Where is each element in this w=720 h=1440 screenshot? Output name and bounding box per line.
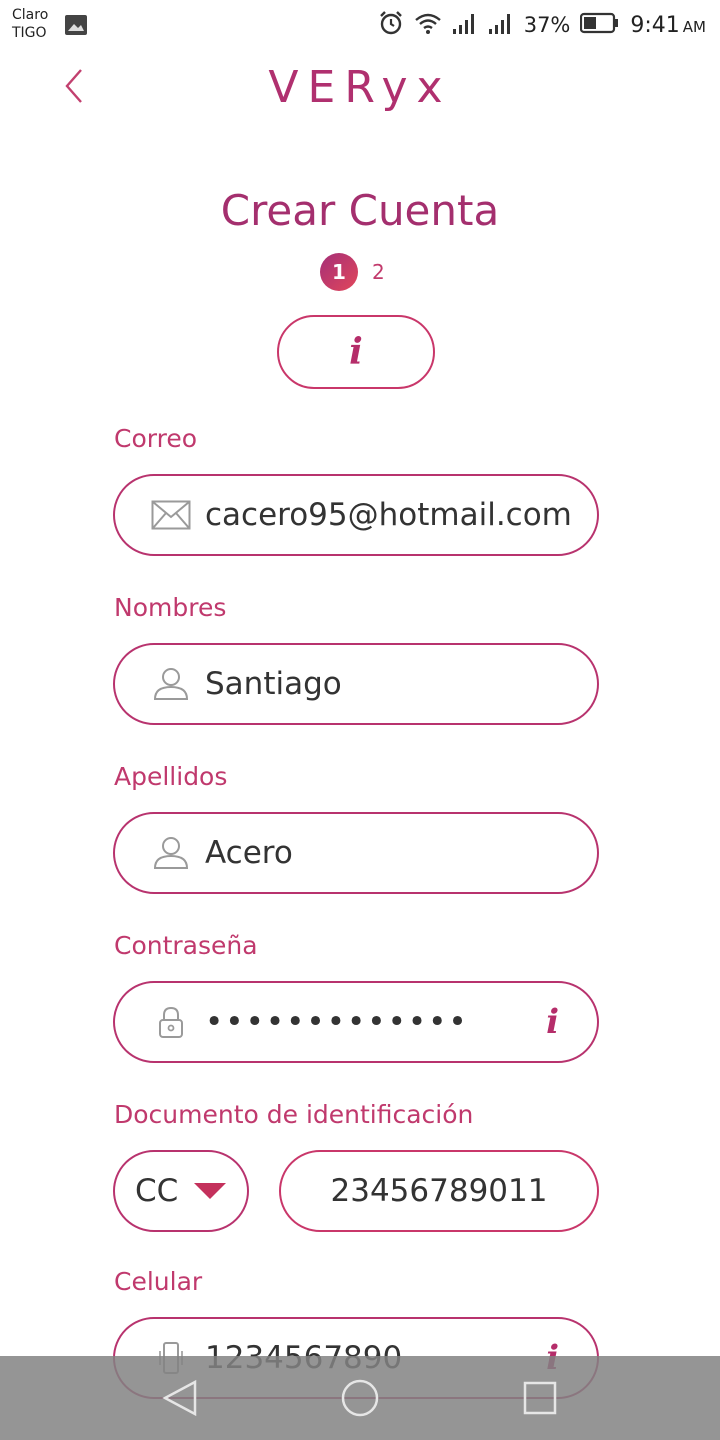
carrier-2: TIGO [12,25,47,41]
document-number-value: 23456789011 [330,1173,548,1209]
email-value: cacero95@hotmail.com [205,497,572,533]
carrier-1: Claro [12,7,49,23]
clock-ampm: AM [682,17,706,36]
step-indicator: 1 2 [320,253,385,291]
email-label: Correo [114,424,197,453]
last-name-field[interactable]: Acero [113,812,599,894]
status-bar: Claro TIGO 37% 9:41 AM [0,0,720,52]
password-label: Contraseña [114,931,258,960]
password-field[interactable]: ••••••••••••• i [113,981,599,1063]
info-button[interactable]: i [277,315,435,389]
page-title: Crear Cuenta [220,186,500,235]
lock-icon [151,1004,191,1040]
document-type-value: CC [135,1173,179,1209]
user-icon [151,666,191,702]
document-label: Documento de identificación [114,1100,474,1129]
first-name-label: Nombres [114,593,227,622]
step-next: 2 [372,260,385,284]
first-name-field[interactable]: Santiago [113,643,599,725]
recents-square-icon[interactable] [518,1376,562,1420]
home-circle-icon[interactable] [338,1376,382,1420]
carrier-label: Claro TIGO [12,6,48,42]
caret-down-icon [194,1183,227,1199]
email-field[interactable]: cacero95@hotmail.com [113,474,599,556]
wifi-icon [414,11,442,39]
alarm-icon [378,10,404,40]
step-current: 1 [320,253,358,291]
document-type-select[interactable]: CC [113,1150,249,1232]
password-info-icon[interactable]: i [546,1002,559,1042]
system-nav-bar [0,1356,720,1440]
signal-icon [488,11,514,39]
phone-label: Celular [114,1267,203,1296]
clock-time: 9:41 [630,12,680,38]
info-icon: i [349,331,363,373]
last-name-label: Apellidos [114,762,228,791]
battery-percent: 37% [523,13,571,37]
battery-icon [580,12,620,38]
document-number-field[interactable]: 23456789011 [279,1150,599,1232]
user-icon [151,835,191,871]
status-icons: 37% 9:41 AM [378,10,706,40]
signal-icon [452,11,478,39]
back-triangle-icon[interactable] [158,1376,202,1420]
envelope-icon [151,497,191,533]
first-name-value: Santiago [205,666,342,702]
password-value: ••••••••••••• [205,1004,469,1040]
last-name-value: Acero [205,835,293,871]
image-icon [64,14,88,40]
app-logo: VERyx [268,62,452,113]
